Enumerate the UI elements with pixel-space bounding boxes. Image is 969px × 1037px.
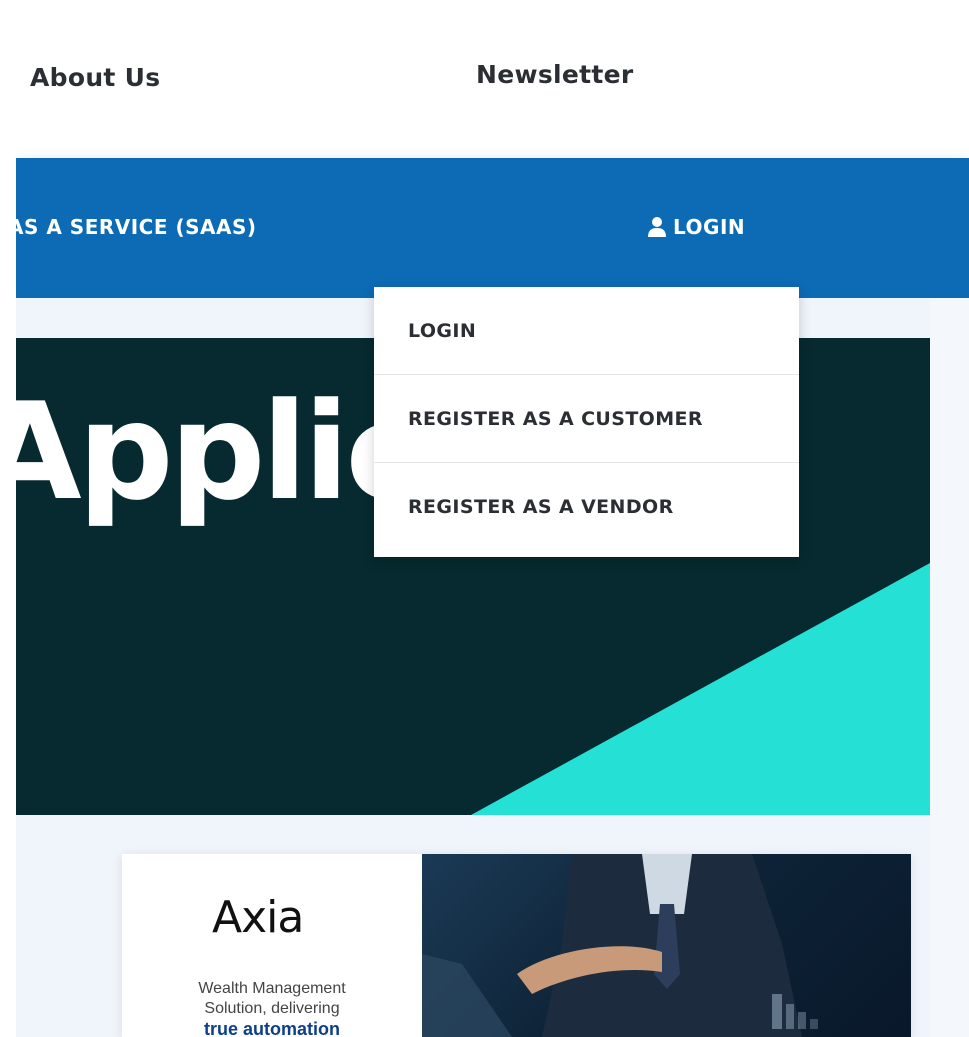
promo-card-text: Axia Wealth Management Solution, deliver… [122, 854, 422, 1037]
promo-description: Wealth Management Solution, delivering t… [142, 979, 402, 1037]
promo-card-image [422, 854, 911, 1037]
dropdown-item-login[interactable]: LOGIN [374, 287, 799, 375]
content-edge [930, 298, 969, 1037]
promo-desc-line2: Solution, delivering [204, 1000, 340, 1017]
menu-item-saas[interactable]: AS A SERVICE (SAAS) [8, 215, 257, 239]
left-margin [0, 0, 16, 1037]
menu-item-login-label: LOGIN [673, 215, 746, 239]
dropdown-item-register-vendor[interactable]: REGISTER AS A VENDOR [374, 463, 799, 551]
promo-desc-highlight: true automation [203, 1019, 340, 1037]
axia-logo: Axia [212, 892, 304, 943]
login-dropdown: LOGIN REGISTER AS A CUSTOMER REGISTER AS… [374, 287, 799, 557]
promo-card[interactable]: Axia Wealth Management Solution, deliver… [122, 854, 911, 1037]
businessman-illustration [422, 854, 818, 1037]
main-menu-bar: AS A SERVICE (SAAS) LOGIN [8, 158, 969, 298]
page: About Us Newsletter AS A SERVICE (SAAS) … [0, 0, 969, 1037]
nav-newsletter[interactable]: Newsletter [476, 60, 634, 89]
dropdown-item-register-customer[interactable]: REGISTER AS A CUSTOMER [374, 375, 799, 463]
promo-desc-line1: Wealth Management [198, 980, 346, 997]
nav-about-us[interactable]: About Us [30, 63, 160, 92]
user-icon [648, 217, 666, 237]
top-nav: About Us Newsletter [16, 0, 969, 158]
menu-item-login[interactable]: LOGIN [647, 215, 745, 239]
hero-headline: Applic [0, 374, 425, 530]
